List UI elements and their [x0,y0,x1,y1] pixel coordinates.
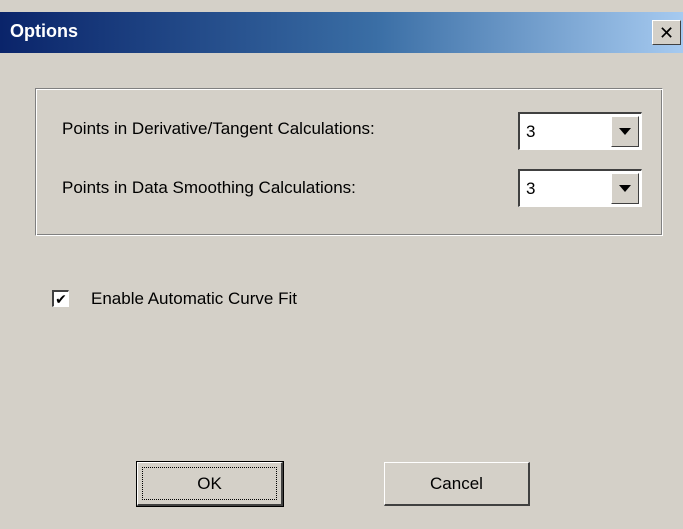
derivative-points-dropdown-button[interactable] [611,116,639,147]
chevron-down-icon [619,185,631,192]
smoothing-points-select[interactable]: 3 [518,169,642,207]
chevron-down-icon [619,128,631,135]
options-dialog: Options ✕ Points in Derivative/Tangent C… [0,0,683,529]
checkmark-icon: ✔ [55,291,67,307]
dialog-title: Options [10,21,78,41]
derivative-points-label: Points in Derivative/Tangent Calculation… [62,119,375,138]
cancel-button-label: Cancel [430,473,483,493]
smoothing-points-dropdown-button[interactable] [611,173,639,204]
derivative-points-select[interactable]: 3 [518,112,642,150]
smoothing-points-value: 3 [526,179,536,198]
calculation-settings-group [35,88,663,236]
curve-fit-checkbox[interactable]: ✔ [52,290,69,307]
close-button[interactable]: ✕ [652,20,681,45]
curve-fit-label[interactable]: Enable Automatic Curve Fit [91,289,297,309]
smoothing-points-label: Points in Data Smoothing Calculations: [62,178,356,197]
ok-button[interactable]: OK [136,461,284,507]
derivative-points-value: 3 [526,122,536,141]
close-icon: ✕ [658,22,675,43]
cancel-button[interactable]: Cancel [384,462,530,506]
ok-button-label: OK [197,473,222,493]
title-bar[interactable]: Options ✕ [0,12,683,53]
